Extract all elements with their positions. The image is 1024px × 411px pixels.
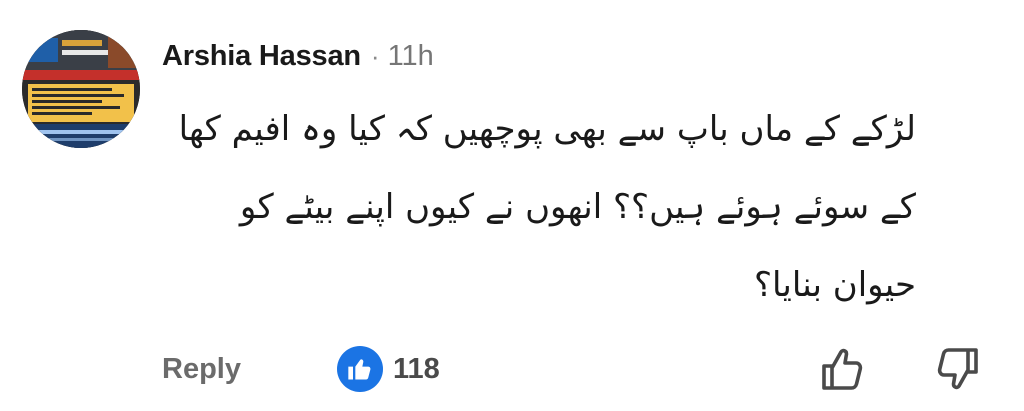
reply-button[interactable]: Reply bbox=[162, 353, 241, 386]
comment-actions: Reply 118 bbox=[162, 342, 440, 396]
downvote-button[interactable] bbox=[934, 344, 984, 394]
thumbs-up-icon bbox=[336, 346, 383, 392]
timestamp[interactable]: 11h bbox=[388, 40, 434, 73]
upvote-button[interactable] bbox=[816, 344, 866, 394]
meta-separator: · bbox=[370, 40, 380, 71]
author-name[interactable]: Arshia Hassan bbox=[162, 40, 361, 73]
avatar-image bbox=[22, 30, 140, 148]
comment-line: حیوان بنایا؟ bbox=[753, 265, 916, 305]
comment-line: لڑکے کے ماں باپ سے بھی پوچھیں کہ کیا وہ … bbox=[178, 109, 916, 149]
like-count[interactable]: 118 bbox=[393, 353, 440, 386]
avatar[interactable] bbox=[22, 30, 140, 148]
comment-line: کے سوئے ہوئے ہیں؟؟ انھوں نے کیوں اپنے بی… bbox=[239, 187, 916, 227]
comment-header: Arshia Hassan · 11h bbox=[162, 36, 434, 76]
comment-text: لڑکے کے ماں باپ سے بھی پوچھیں کہ کیا وہ … bbox=[150, 90, 916, 324]
thumbs-down-outline-icon bbox=[937, 348, 978, 390]
thumbs-up-outline-icon bbox=[822, 348, 863, 390]
